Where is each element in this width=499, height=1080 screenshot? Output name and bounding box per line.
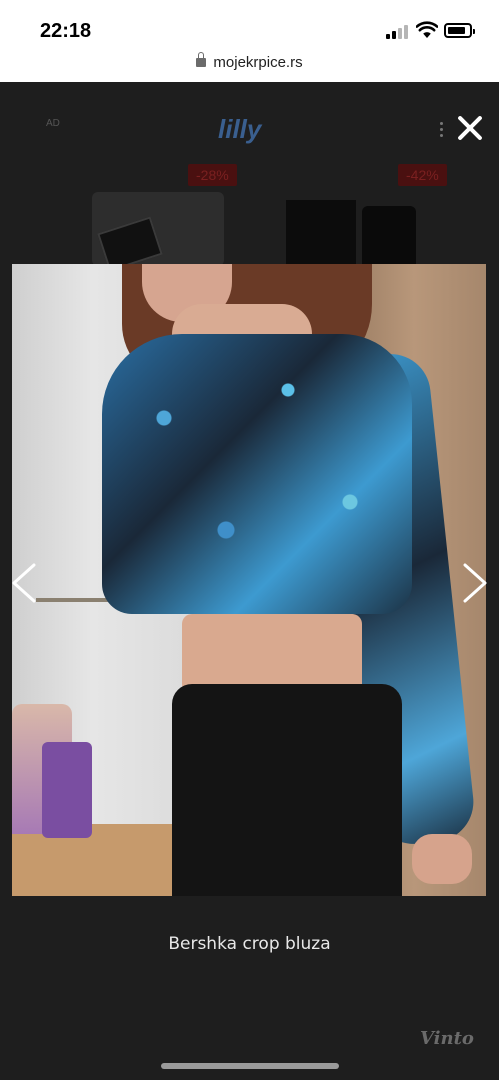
brand-logo: lilly bbox=[218, 114, 262, 144]
product-image bbox=[362, 206, 416, 266]
battery-icon bbox=[444, 23, 475, 38]
lock-icon bbox=[196, 52, 207, 67]
wifi-icon bbox=[415, 21, 439, 39]
discount-badge: -42% bbox=[398, 164, 447, 186]
chevron-left-icon[interactable] bbox=[10, 563, 38, 603]
clock: 22:18 bbox=[40, 20, 92, 42]
more-options-icon bbox=[440, 122, 444, 140]
chevron-right-icon[interactable] bbox=[461, 563, 489, 603]
cellular-signal-icon bbox=[386, 25, 410, 39]
address-bar[interactable]: mojekrpice.rs bbox=[0, 52, 499, 71]
image-caption: Bershka crop bluza bbox=[168, 934, 331, 954]
ad-label: AD bbox=[46, 118, 60, 129]
product-image bbox=[92, 192, 224, 272]
status-bar: 22:18 mojekrpice.rs bbox=[0, 0, 499, 82]
product-photo bbox=[12, 264, 486, 896]
url-text: mojekrpice.rs bbox=[213, 54, 303, 71]
close-icon[interactable] bbox=[454, 112, 486, 144]
watermark: Vinto bbox=[420, 1028, 474, 1049]
discount-badge: -28% bbox=[188, 164, 237, 186]
home-indicator[interactable] bbox=[161, 1063, 339, 1069]
product-image bbox=[286, 200, 356, 266]
